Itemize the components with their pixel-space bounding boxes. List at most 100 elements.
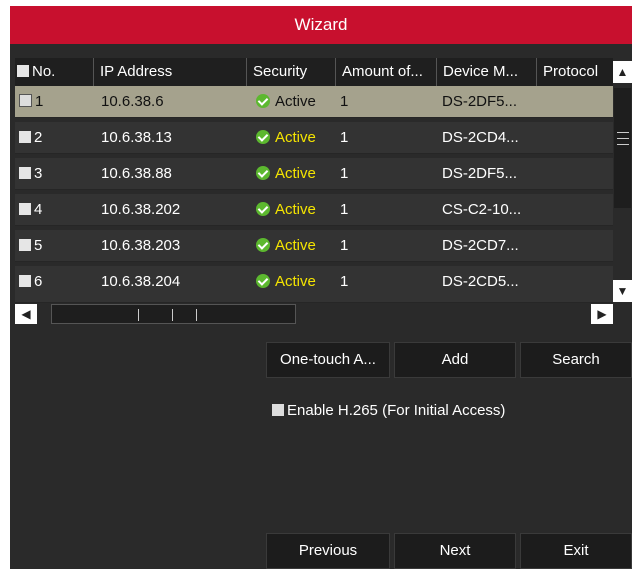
row-amount: 1 <box>340 273 349 290</box>
search-button[interactable]: Search <box>520 342 632 378</box>
column-ip-address[interactable]: IP Address <box>93 58 246 86</box>
row-no-cell: 3 <box>19 158 89 190</box>
enable-h265-option[interactable]: Enable H.265 (For Initial Access) <box>272 402 505 419</box>
row-checkbox[interactable] <box>19 275 31 287</box>
grip-line <box>138 309 139 321</box>
row-checkbox[interactable] <box>19 203 31 215</box>
column-amount[interactable]: Amount of... <box>335 58 436 86</box>
check-circle-icon <box>256 274 270 288</box>
chevron-left-icon[interactable]: ◀ <box>15 304 37 324</box>
row-amount: 1 <box>340 237 349 254</box>
enable-h265-checkbox[interactable] <box>272 404 284 416</box>
row-model: CS-C2-10... <box>442 201 522 218</box>
row-security-label: Active <box>275 129 316 146</box>
row-protocol <box>542 158 612 190</box>
row-ip: 10.6.38.13 <box>101 129 172 146</box>
table-header: No. IP Address Security Amount of... Dev… <box>15 58 613 86</box>
one-touch-activate-button[interactable]: One-touch A... <box>266 342 390 378</box>
check-circle-icon <box>256 130 270 144</box>
column-no-label: No. <box>32 63 56 80</box>
column-device-model[interactable]: Device M... <box>436 58 536 86</box>
grip-line <box>617 132 629 133</box>
row-protocol <box>542 194 612 226</box>
row-no: 5 <box>34 237 43 254</box>
row-ip: 10.6.38.204 <box>101 273 181 290</box>
row-no: 1 <box>35 93 44 110</box>
row-model: DS-2DF5... <box>442 165 518 182</box>
previous-button[interactable]: Previous <box>266 533 390 569</box>
row-no-cell: 5 <box>19 230 89 262</box>
row-security-label: Active <box>275 201 316 218</box>
table-row[interactable]: 5 10.6.38.203 Active 1 DS-2CD7... <box>15 230 613 262</box>
row-security-label: Active <box>275 273 316 290</box>
row-model: DS-2DF5... <box>442 93 518 110</box>
row-protocol <box>542 122 612 154</box>
select-all-checkbox[interactable] <box>17 65 29 77</box>
chevron-up-icon[interactable]: ▲ <box>613 61 632 83</box>
vertical-scroll-thumb[interactable] <box>614 88 631 208</box>
row-amount: 1 <box>340 129 349 146</box>
row-security-label: Active <box>275 165 316 182</box>
row-amount: 1 <box>340 201 349 218</box>
column-protocol[interactable]: Protocol <box>536 58 613 86</box>
table-row[interactable]: 3 10.6.38.88 Active 1 DS-2DF5... <box>15 158 613 190</box>
row-no: 6 <box>34 273 43 290</box>
row-checkbox[interactable] <box>19 94 32 107</box>
grip-line <box>617 144 629 145</box>
row-protocol <box>542 230 612 262</box>
row-ip: 10.6.38.202 <box>101 201 181 218</box>
table-row[interactable]: 1 10.6.38.6 Active 1 DS-2DF5... <box>15 86 613 118</box>
row-amount: 1 <box>340 165 349 182</box>
row-security: Active <box>256 194 336 226</box>
vertical-scrollbar[interactable]: ▲ ▼ <box>613 58 632 303</box>
enable-h265-label: Enable H.265 (For Initial Access) <box>287 402 506 419</box>
row-no-cell: 6 <box>19 266 89 298</box>
row-protocol <box>542 266 612 298</box>
table-row[interactable]: 4 10.6.38.202 Active 1 CS-C2-10... <box>15 194 613 226</box>
horizontal-scroll-thumb[interactable] <box>51 304 296 324</box>
row-security: Active <box>256 86 336 118</box>
row-no-cell: 1 <box>19 86 89 118</box>
row-security: Active <box>256 230 336 262</box>
row-no: 3 <box>34 165 43 182</box>
row-model: DS-2CD7... <box>442 237 519 254</box>
row-no: 2 <box>34 129 43 146</box>
row-checkbox[interactable] <box>19 239 31 251</box>
check-circle-icon <box>256 166 270 180</box>
exit-button[interactable]: Exit <box>520 533 632 569</box>
row-security: Active <box>256 266 336 298</box>
horizontal-scrollbar[interactable]: ◀ ▶ <box>15 303 613 326</box>
chevron-right-icon[interactable]: ▶ <box>591 304 613 324</box>
chevron-down-icon[interactable]: ▼ <box>613 280 632 302</box>
check-circle-icon <box>256 202 270 216</box>
wizard-window: Wizard No. IP Address Security Amount of… <box>10 6 632 569</box>
row-security: Active <box>256 158 336 190</box>
window-title: Wizard <box>10 6 632 44</box>
check-circle-icon <box>256 238 270 252</box>
device-table: No. IP Address Security Amount of... Dev… <box>15 58 632 303</box>
row-model: DS-2CD5... <box>442 273 519 290</box>
row-ip: 10.6.38.88 <box>101 165 172 182</box>
row-checkbox[interactable] <box>19 167 31 179</box>
next-button[interactable]: Next <box>394 533 516 569</box>
footer: Previous Next Exit <box>10 522 632 569</box>
row-security-label: Active <box>275 237 316 254</box>
row-no: 4 <box>34 201 43 218</box>
add-button[interactable]: Add <box>394 342 516 378</box>
row-checkbox[interactable] <box>19 131 31 143</box>
row-no-cell: 2 <box>19 122 89 154</box>
column-no[interactable]: No. <box>15 58 93 86</box>
row-no-cell: 4 <box>19 194 89 226</box>
grip-line <box>172 309 173 321</box>
check-circle-icon <box>256 94 270 108</box>
row-ip: 10.6.38.203 <box>101 237 181 254</box>
row-ip: 10.6.38.6 <box>101 93 164 110</box>
table-row[interactable]: 6 10.6.38.204 Active 1 DS-2CD5... <box>15 266 613 303</box>
row-security: Active <box>256 122 336 154</box>
grip-line <box>196 309 197 321</box>
row-security-label: Active <box>275 93 316 110</box>
row-model: DS-2CD4... <box>442 129 519 146</box>
table-row[interactable]: 2 10.6.38.13 Active 1 DS-2CD4... <box>15 122 613 154</box>
column-security[interactable]: Security <box>246 58 335 86</box>
row-amount: 1 <box>340 93 349 110</box>
